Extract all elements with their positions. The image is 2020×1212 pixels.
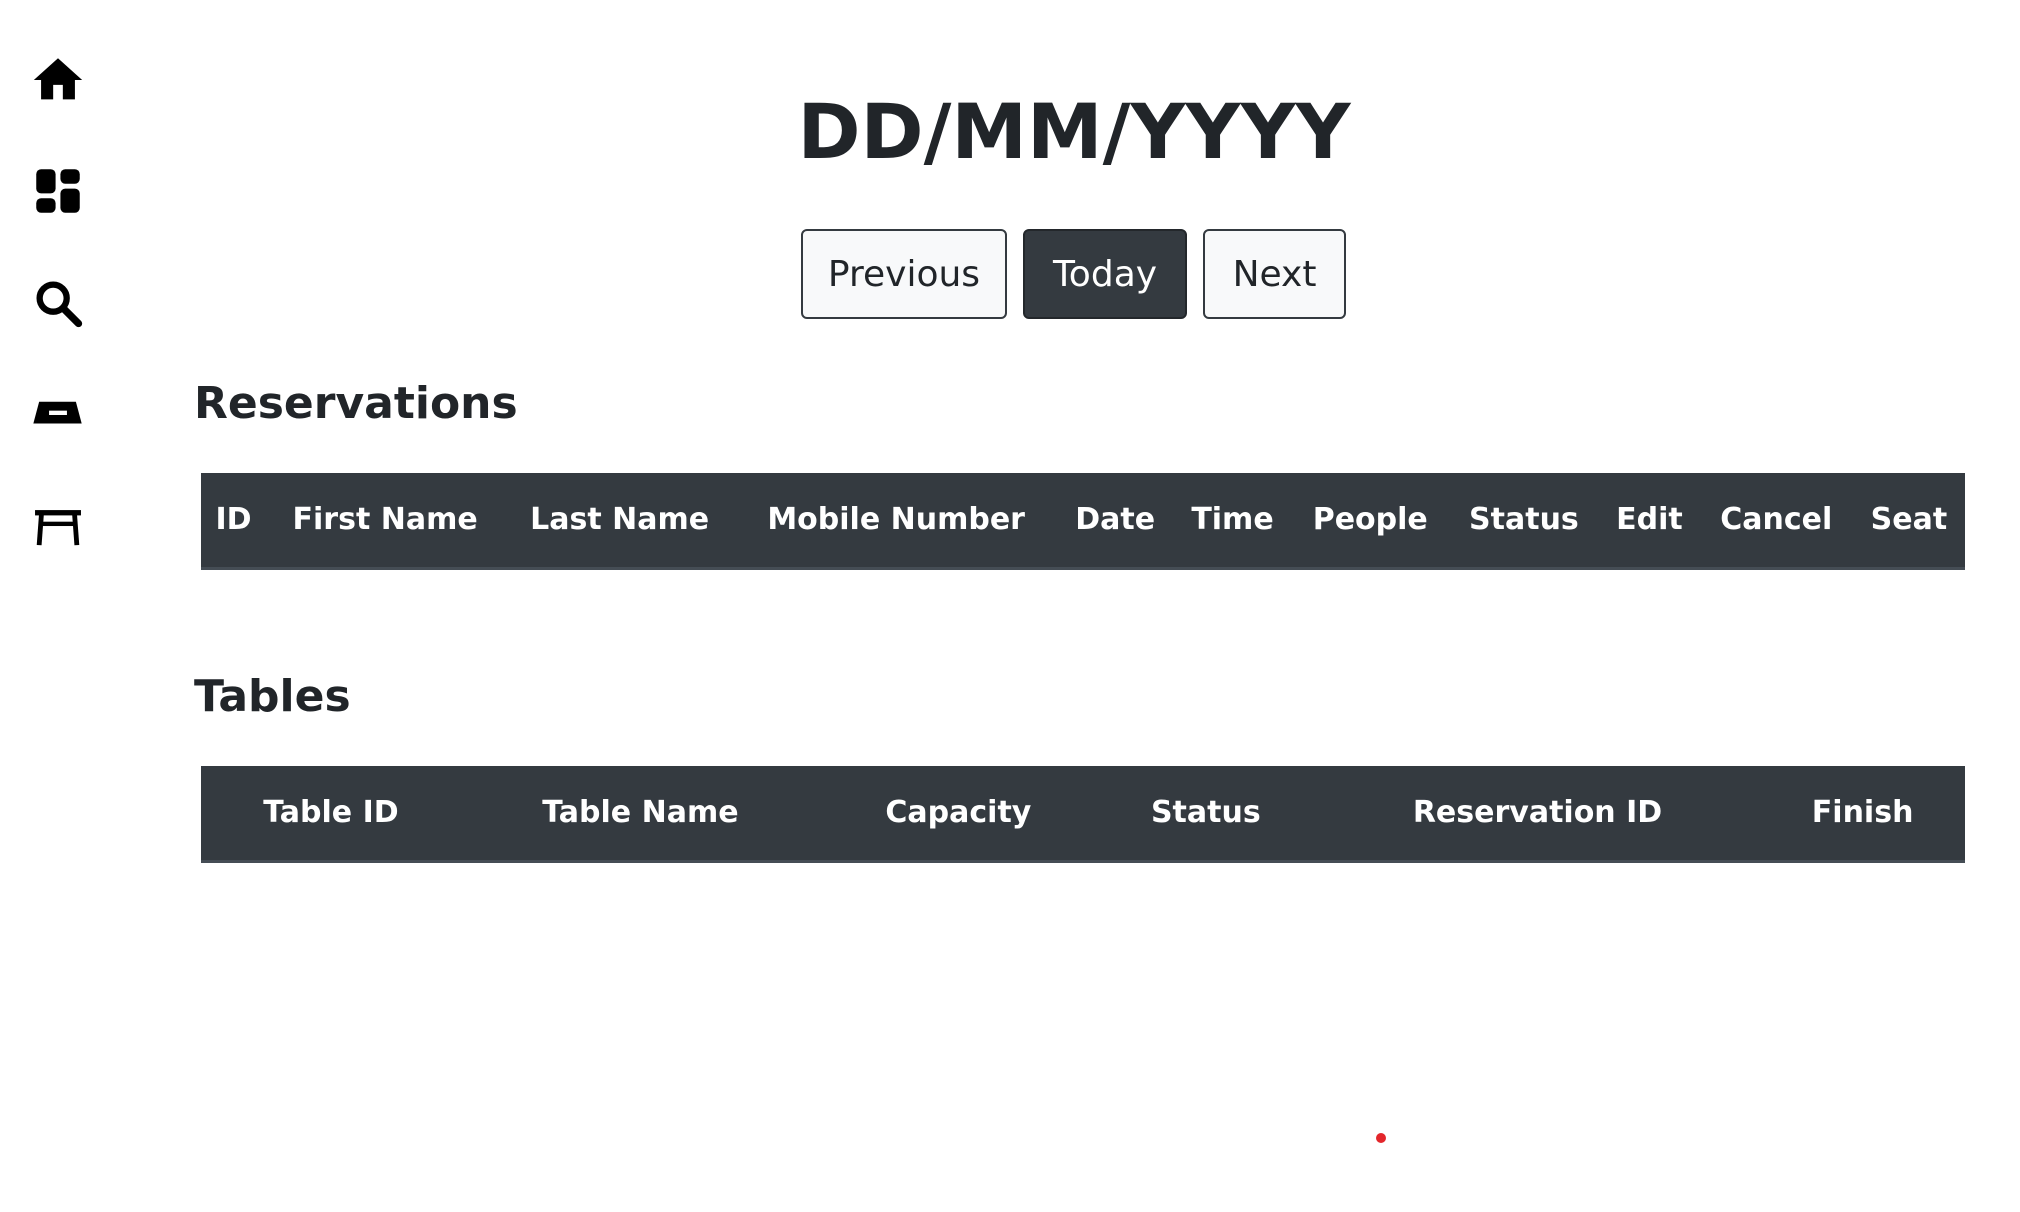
tables-header-row: Table ID Table Name Capacity Status Rese… (201, 766, 1965, 863)
column-header-last-name: Last Name (504, 473, 736, 570)
sidebar-item-home[interactable] (27, 49, 89, 111)
column-header-table-id: Table ID (201, 766, 461, 863)
dashboard-page: DD/MM/YYYY Previous Today Next Reservati… (0, 0, 2020, 1212)
dashboard-icon (29, 162, 87, 220)
column-header-edit: Edit (1599, 473, 1700, 570)
column-header-capacity: Capacity (819, 766, 1097, 863)
today-button[interactable]: Today (1023, 229, 1187, 319)
sidebar-item-search[interactable] (27, 272, 89, 334)
column-header-people: People (1291, 473, 1449, 570)
column-header-id: ID (201, 473, 267, 570)
column-header-mobile-number: Mobile Number (735, 473, 1058, 570)
column-header-status: Status (1448, 473, 1600, 570)
new-reservation-icon (29, 386, 87, 444)
table-icon (29, 498, 87, 556)
home-icon (29, 51, 87, 109)
column-header-date: Date (1057, 473, 1174, 570)
reservations-header-row: ID First Name Last Name Mobile Number Da… (201, 473, 1965, 570)
column-header-reservation-id: Reservation ID (1314, 766, 1761, 863)
date-heading: DD/MM/YYYY (797, 87, 1351, 176)
column-header-table-name: Table Name (460, 766, 820, 863)
tables-table: Table ID Table Name Capacity Status Rese… (201, 766, 1965, 863)
column-header-time: Time (1173, 473, 1292, 570)
date-navigation: Previous Today Next (801, 229, 1346, 319)
search-icon (29, 274, 87, 332)
reservations-heading: Reservations (194, 378, 518, 429)
column-header-first-name: First Name (266, 473, 505, 570)
sidebar-item-new-reservation[interactable] (27, 384, 89, 446)
column-header-cancel: Cancel (1699, 473, 1853, 570)
reservations-table: ID First Name Last Name Mobile Number Da… (201, 473, 1965, 570)
sidebar-nav (0, 0, 116, 1212)
next-button[interactable]: Next (1203, 229, 1346, 319)
previous-button[interactable]: Previous (801, 229, 1007, 319)
red-dot-marker (1376, 1133, 1386, 1143)
column-header-finish: Finish (1760, 766, 1965, 863)
column-header-table-status: Status (1096, 766, 1315, 863)
column-header-seat: Seat (1852, 473, 1965, 570)
sidebar-item-dashboard[interactable] (27, 160, 89, 222)
sidebar-item-new-table[interactable] (27, 496, 89, 558)
tables-heading: Tables (194, 671, 351, 722)
